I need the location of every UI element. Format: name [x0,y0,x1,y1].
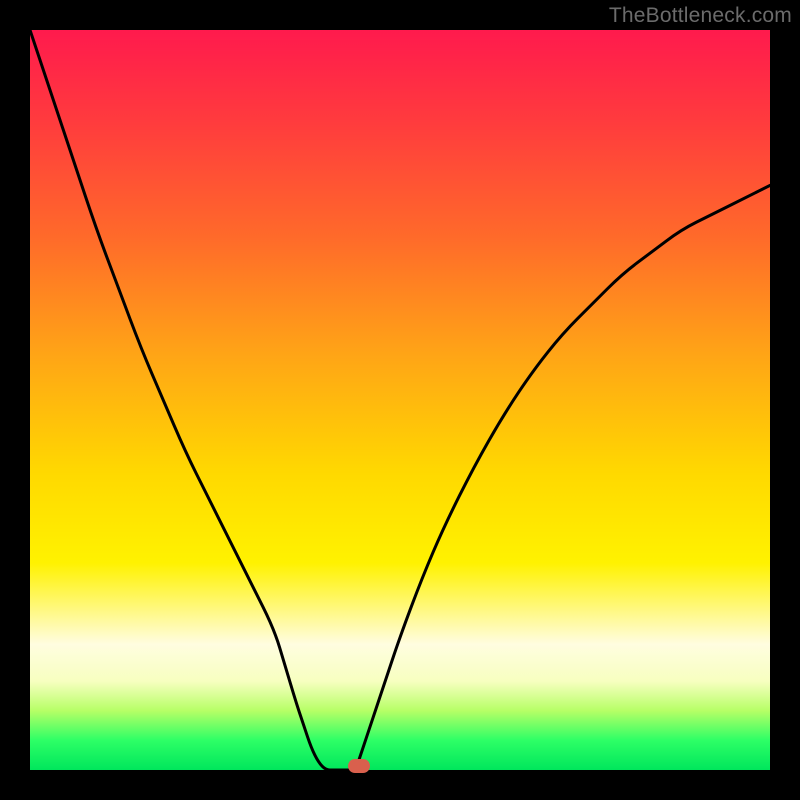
plot-area [30,30,770,770]
watermark-text: TheBottleneck.com [609,4,792,28]
optimal-point-marker [348,759,370,773]
curve-layer [30,30,770,770]
chart-frame: TheBottleneck.com [0,0,800,800]
bottleneck-curve [30,30,770,770]
